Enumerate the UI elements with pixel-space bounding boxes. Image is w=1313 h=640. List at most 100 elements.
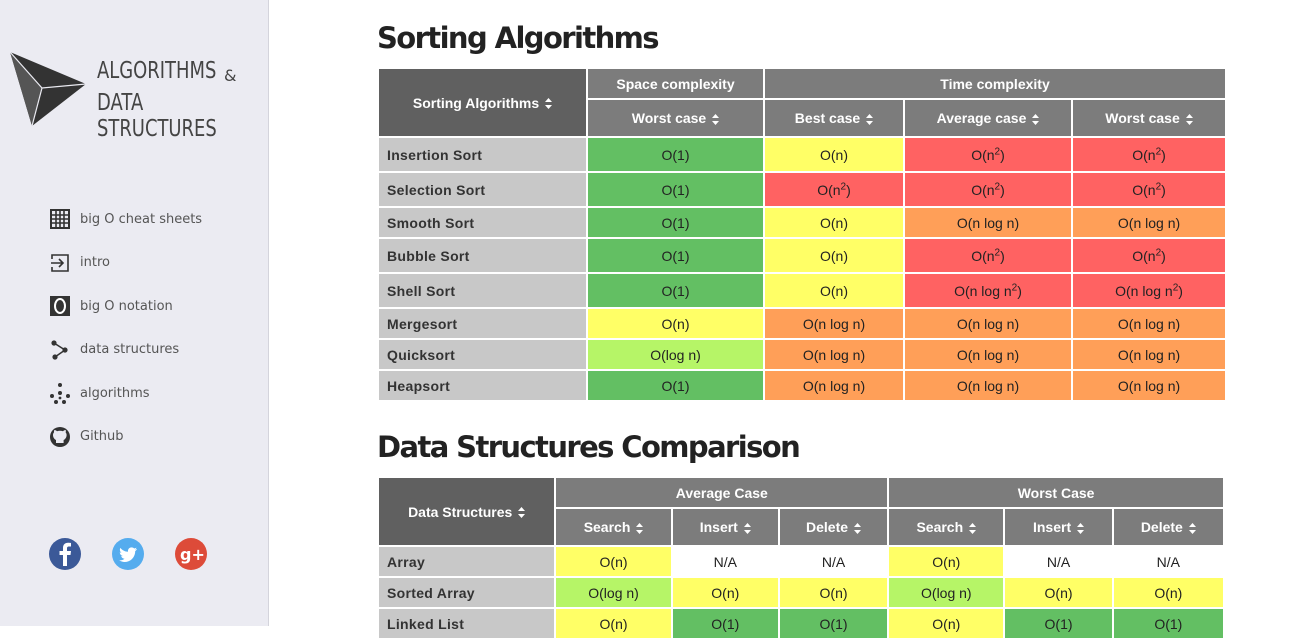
- cell-text: O(1): [1154, 615, 1183, 632]
- group-header-time: Time complexity: [762, 67, 1228, 100]
- sort-icon: [743, 522, 751, 534]
- sort-icon: [854, 522, 862, 534]
- column-header[interactable]: Insert: [670, 507, 780, 547]
- complexity-cell: O(n): [763, 237, 905, 274]
- complexity-cell: O(n log n): [1070, 307, 1228, 340]
- row-header: Heapsort: [377, 369, 588, 402]
- logo-line-2: DATA STRUCTURES: [97, 90, 217, 142]
- table-row: Heapsort O(1) O(n log n) O(n log n) O(n log …: [377, 369, 1228, 402]
- complexity-cell: O(1): [1003, 607, 1114, 640]
- cell-text: O(n): [599, 553, 628, 570]
- table-row: Insertion Sort O(1) O(n) O(n2) O(n2): [377, 136, 1228, 173]
- cell-text: O(n): [661, 315, 690, 332]
- nav-label: big O notation: [80, 298, 173, 314]
- column-header-label: Delete: [806, 519, 849, 535]
- site-logo[interactable]: ALGORITHMS & DATA STRUCTURES: [8, 50, 268, 142]
- cell-text: O(n log n): [1117, 315, 1181, 332]
- cell-text: O(n: [971, 247, 995, 264]
- column-header[interactable]: Search: [554, 507, 673, 547]
- nav-item-data-structures[interactable]: data structures: [49, 339, 202, 361]
- nav-label: algorithms: [80, 385, 150, 401]
- nav-item-big-o-notation[interactable]: big O notation: [49, 295, 202, 317]
- cell-text: O(n): [820, 146, 848, 163]
- big-o-icon: [49, 295, 71, 317]
- sorting-corner-header[interactable]: Sorting Algorithms: [377, 67, 588, 138]
- complexity-cell: O(n log n): [1070, 369, 1228, 402]
- complexity-cell: O(n log n): [903, 206, 1073, 239]
- row-header: Smooth Sort: [377, 206, 588, 239]
- enter-icon: [49, 252, 71, 274]
- cell-text: O(n log n): [1117, 377, 1181, 394]
- cell-text: O(n): [820, 247, 848, 264]
- row-header: Shell Sort: [377, 272, 588, 309]
- column-header-label: Delete: [1140, 519, 1183, 535]
- complexity-cell: O(n log n): [903, 307, 1073, 340]
- complexity-cell: O(n): [554, 545, 673, 578]
- row-header: Bubble Sort: [377, 237, 588, 274]
- column-header[interactable]: Worst case: [1070, 98, 1228, 138]
- cell-text: O(n): [820, 214, 848, 231]
- complexity-cell: O(n log n): [903, 338, 1073, 371]
- row-header: Array: [376, 545, 557, 578]
- column-header[interactable]: Delete: [1111, 507, 1226, 547]
- cell-text-suffix: ): [1000, 181, 1005, 198]
- row-header: Insertion Sort: [377, 136, 588, 173]
- column-header-label: Average case: [936, 110, 1027, 126]
- column-header-label: Insert: [1032, 519, 1072, 535]
- cell-text: O(n log n): [1117, 346, 1181, 363]
- nav-item-cheat-sheets[interactable]: big O cheat sheets: [49, 208, 202, 230]
- google-plus-icon[interactable]: g+: [175, 538, 207, 570]
- complexity-cell: O(1): [670, 607, 780, 640]
- cell-text: O(n: [971, 146, 995, 163]
- complexity-cell: O(n): [777, 576, 890, 609]
- header-label: Sorting Algorithms: [412, 94, 540, 111]
- complexity-cell: O(n): [1003, 576, 1114, 609]
- column-header[interactable]: Delete: [777, 507, 890, 547]
- column-header[interactable]: Average case: [903, 98, 1073, 138]
- logo-line-1: ALGORITHMS: [97, 58, 217, 84]
- github-icon: [49, 426, 71, 448]
- complexity-cell: O(1): [586, 237, 765, 274]
- complexity-cell: O(n log n): [763, 307, 905, 340]
- group-header-space: Space complexity: [586, 67, 765, 100]
- cell-text: O(log n): [650, 346, 701, 363]
- cell-text: O(n): [711, 584, 740, 601]
- row-header: Selection Sort: [377, 171, 588, 208]
- cell-text-suffix: ): [1161, 146, 1166, 163]
- grid-icon: [49, 208, 71, 230]
- complexity-cell: O(n log n2): [903, 272, 1073, 309]
- cell-text: O(n): [819, 584, 848, 601]
- complexity-cell: N/A: [1003, 545, 1114, 578]
- sidebar-nav: big O cheat sheets intro big O notation: [49, 208, 202, 470]
- nav-label: big O cheat sheets: [80, 211, 203, 227]
- cell-text: O(n log n): [802, 377, 866, 394]
- twitter-icon[interactable]: [112, 538, 144, 570]
- complexity-cell: O(n): [670, 576, 780, 609]
- complexity-cell: O(1): [586, 206, 765, 239]
- column-header[interactable]: Search: [887, 507, 1006, 547]
- column-header[interactable]: Worst case: [586, 98, 765, 138]
- column-header-label: Insert: [699, 519, 738, 535]
- cell-text: O(1): [819, 615, 848, 632]
- data-structures-table: Data Structures Average Case Worst Case …: [376, 476, 1226, 640]
- complexity-cell: O(n2): [763, 171, 905, 208]
- cell-text: O(1): [661, 214, 690, 231]
- nav-item-intro[interactable]: intro: [49, 252, 202, 274]
- column-header[interactable]: Best case: [763, 98, 905, 138]
- nav-item-algorithms[interactable]: algorithms: [49, 382, 202, 405]
- sort-icon: [636, 522, 644, 534]
- svg-text:g+: g+: [180, 545, 205, 564]
- nav-item-github[interactable]: Github: [49, 426, 202, 448]
- complexity-cell: O(n): [763, 206, 905, 239]
- complexity-cell: O(n): [586, 307, 765, 340]
- column-header-label: Search: [916, 519, 964, 535]
- cell-text: N/A: [713, 553, 737, 570]
- complexity-cell: N/A: [777, 545, 890, 578]
- facebook-icon[interactable]: [49, 538, 81, 570]
- ds-corner-header[interactable]: Data Structures: [376, 476, 557, 547]
- header-label: Data Structures: [408, 503, 513, 520]
- complexity-cell: O(log n): [586, 338, 765, 371]
- column-header[interactable]: Insert: [1003, 507, 1114, 547]
- cell-text: O(1): [1044, 615, 1073, 632]
- complexity-cell: O(n2): [1070, 136, 1228, 173]
